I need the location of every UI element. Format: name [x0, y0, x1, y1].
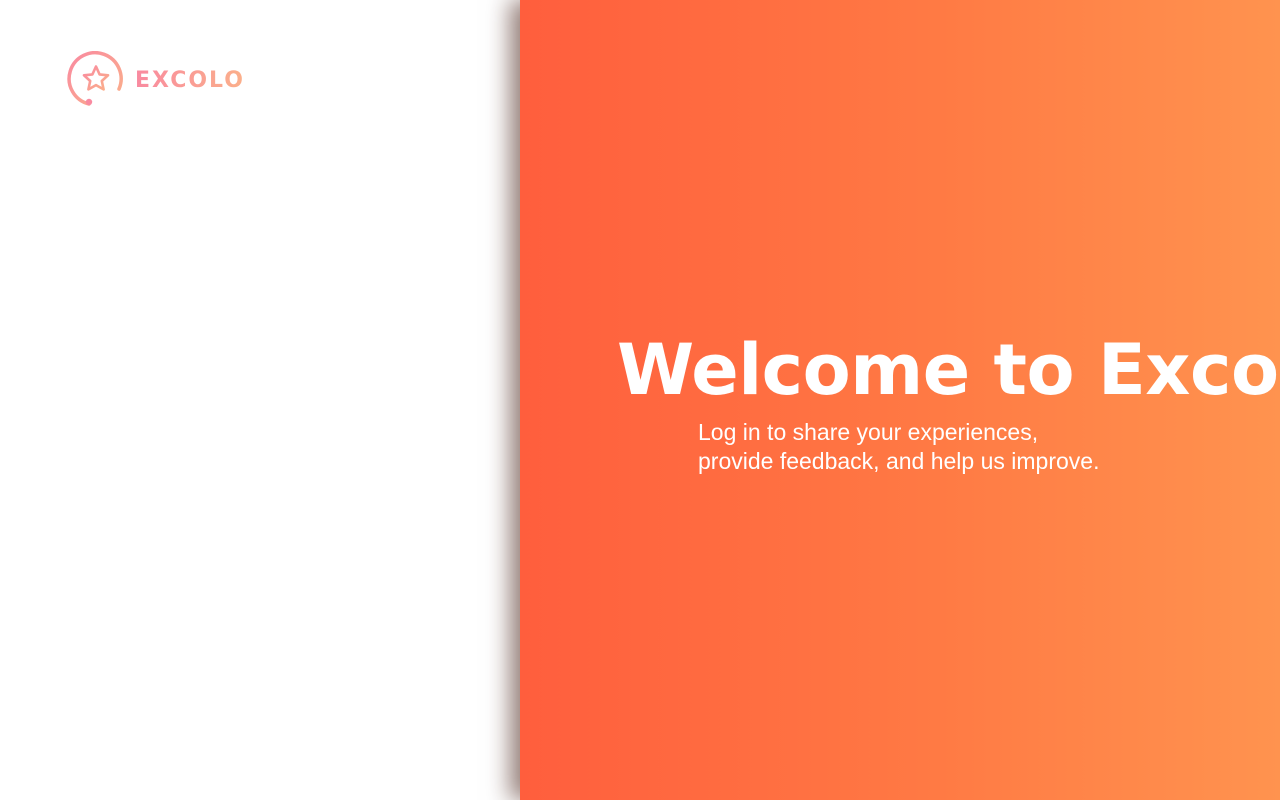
welcome-subtitle-line-1: Log in to share your experiences, [698, 419, 1039, 445]
login-panel: EXCOLO [0, 0, 520, 800]
brand-wordmark: EXCOLO [135, 65, 245, 95]
brand-name: EXCOLO [135, 67, 245, 93]
brand-logo[interactable]: EXCOLO [67, 51, 245, 109]
welcome-subtitle: Log in to share your experiences, provid… [698, 418, 1099, 476]
welcome-panel: Welcome to Excolo Log in to share your e… [520, 0, 1280, 800]
welcome-title: Welcome to Excolo [617, 329, 1280, 411]
login-page: EXCOLO Welcome to Excolo Log in to share… [0, 0, 1280, 800]
star-in-circle-icon [67, 51, 123, 106]
welcome-subtitle-line-2: provide feedback, and help us improve. [698, 448, 1100, 474]
